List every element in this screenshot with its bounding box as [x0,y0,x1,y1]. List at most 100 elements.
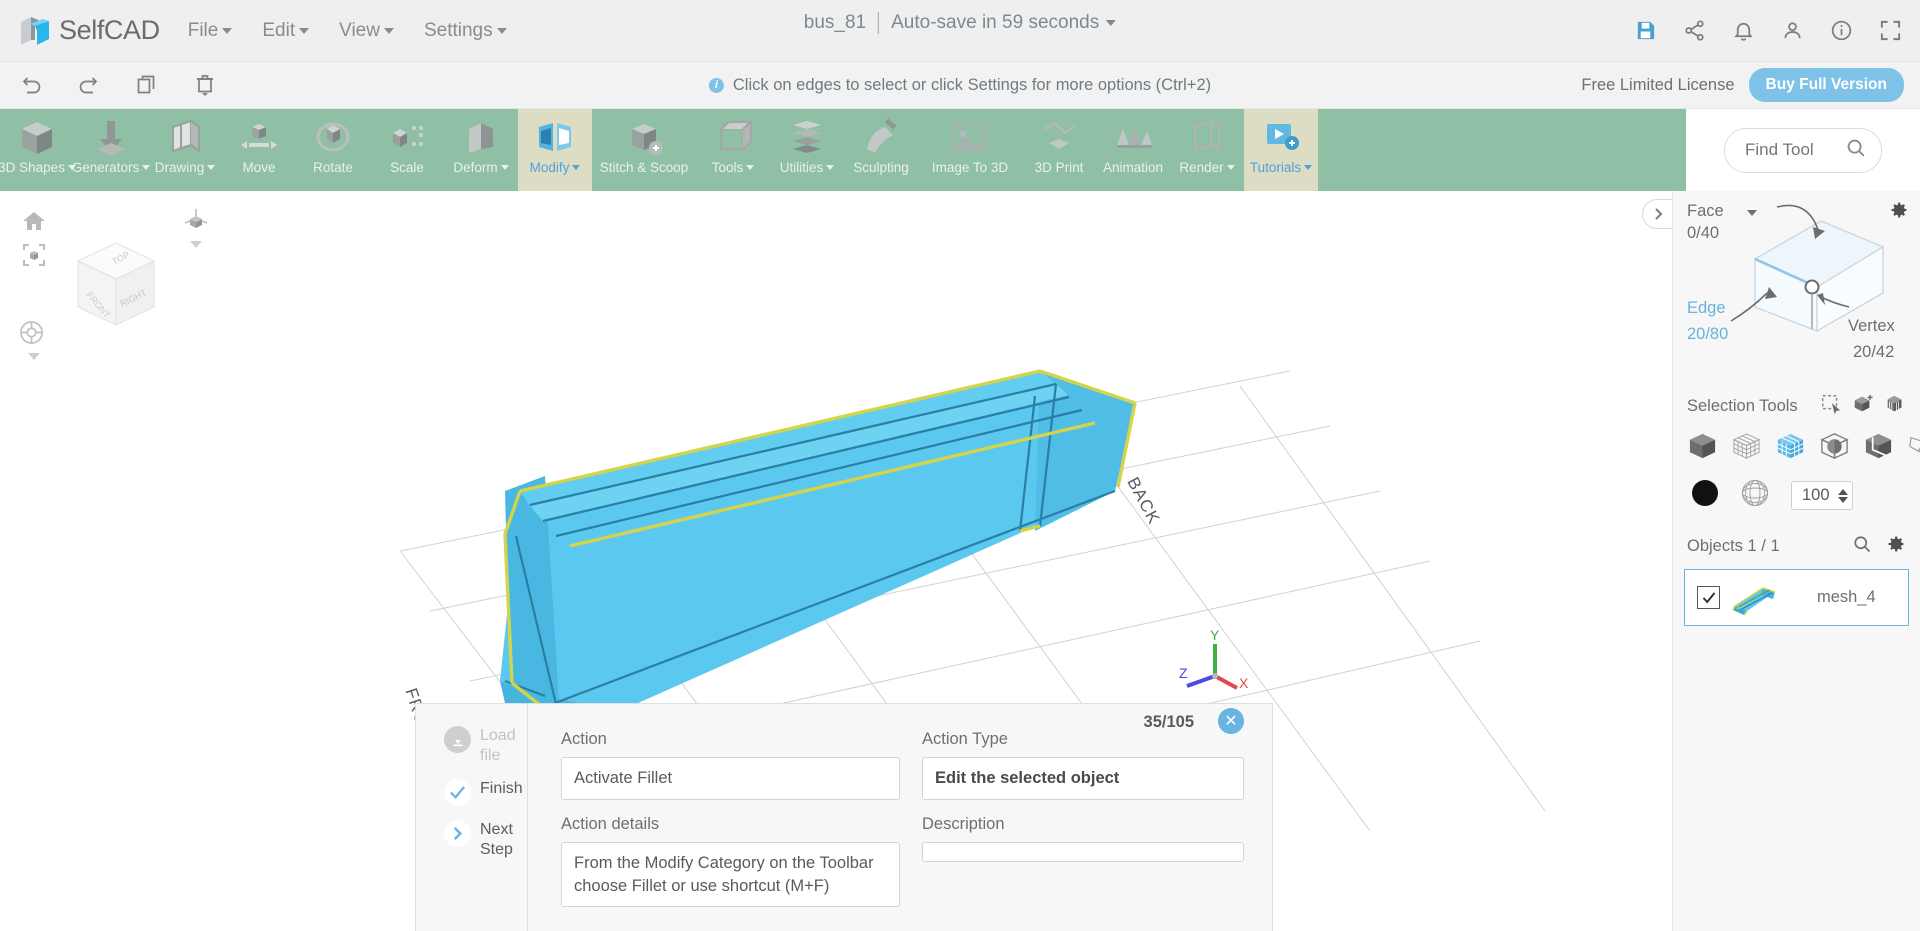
orientation-cube[interactable]: TOP FRONT RIGHT [56,227,176,347]
split-cube-icon[interactable] [1863,430,1894,466]
perspective-view-icon[interactable] [182,207,210,240]
chevron-down-icon[interactable] [28,353,40,360]
share-icon[interactable] [1683,19,1706,42]
info-icon[interactable] [1830,19,1853,42]
copy-icon[interactable] [132,70,162,100]
save-icon[interactable] [1634,19,1657,42]
tutorial-step-finish[interactable]: Finish [444,779,527,807]
selection-tools-header: Selection Tools [1673,389,1920,420]
tutorial-step-next[interactable]: Next Step [444,820,527,859]
tutorial-step-load-file[interactable]: Load file [444,726,527,765]
ribbon-text: 3D Print [1034,160,1084,175]
ribbon-toolbar: 3D Shapes Generators Drawing Move Rotate… [0,109,1920,191]
action-type-field[interactable]: Edit the selected object [922,757,1244,800]
ribbon-item-tutorials[interactable]: Tutorials [1244,109,1318,191]
deform-icon [455,115,507,161]
ribbon-item-deform[interactable]: Deform [444,109,518,191]
description-field[interactable] [922,841,1244,862]
object-visibility-checkbox[interactable] [1697,586,1720,609]
menu-edit[interactable]: Edit [262,20,310,42]
object-thumbnail [1729,578,1783,618]
search-icon[interactable] [1845,137,1867,164]
license-label: Free Limited License [1581,75,1735,94]
ribbon-item-sculpting[interactable]: Sculpting [844,109,918,191]
opacity-stepper[interactable] [1791,481,1853,510]
chevron-down-icon [496,27,507,34]
surface-icon[interactable] [1907,430,1920,466]
find-tool-box[interactable] [1724,127,1882,173]
gear-icon[interactable] [1889,200,1909,225]
app-logo[interactable]: SelfCAD [18,14,160,48]
ribbon-item-rotate[interactable]: Rotate [296,109,370,191]
through-select-icon[interactable] [1884,393,1906,420]
action-field[interactable]: Activate Fillet [561,757,900,800]
orbit-icon[interactable] [18,319,45,351]
chevron-up-icon[interactable] [1838,488,1848,495]
ribbon-item-animation[interactable]: Animation [1096,109,1170,191]
appearance-row [1673,466,1920,512]
bell-icon[interactable] [1732,19,1755,42]
ribbon-item-generators[interactable]: Generators [72,109,151,191]
ribbon-item-stitch-scoop[interactable]: Stitch & Scoop [592,109,696,191]
ribbon-item-3d-shapes[interactable]: 3D Shapes [0,109,76,191]
edge-label[interactable]: Edge [1687,299,1726,318]
stepper-arrows[interactable] [1838,488,1848,503]
fullscreen-icon[interactable] [1879,19,1902,42]
search-icon[interactable] [1852,534,1872,559]
delete-icon[interactable] [190,70,220,100]
opacity-input[interactable] [1802,486,1838,505]
tutorial-col-left: Action Activate Fillet Action details Fr… [528,730,900,931]
home-view-icon[interactable] [22,209,46,238]
panel-collapse-toggle[interactable] [1642,199,1672,229]
color-swatch[interactable] [1691,479,1719,512]
divider [878,12,880,34]
ribbon-item-3d-print[interactable]: 3D Print [1022,109,1096,191]
add-select-icon[interactable] [1852,393,1874,420]
fit-to-view-icon[interactable] [22,243,46,272]
ribbon-text: Deform [453,160,498,175]
ribbon-item-render[interactable]: Render [1170,109,1244,191]
account-icon[interactable] [1781,19,1804,42]
chevron-down-icon [383,27,394,34]
rect-select-icon[interactable] [1820,393,1842,420]
action-details-field[interactable]: From the Modify Category on the Toolbar … [561,841,900,908]
ribbon-item-modify[interactable]: Modify [518,109,592,191]
wireframe-cube-icon[interactable] [1731,430,1762,466]
animation-icon [1107,115,1159,161]
tutorials-icon [1255,115,1307,161]
search-input[interactable] [1745,140,1837,160]
ribbon-item-scale[interactable]: Scale [370,109,444,191]
redo-icon[interactable] [74,70,104,100]
menu-view[interactable]: View [339,20,394,42]
sphere-in-cube-icon[interactable] [1819,430,1850,466]
chevron-down-icon[interactable] [190,241,202,248]
license-area: Free Limited License Buy Full Version [1581,68,1904,102]
ribbon-item-utilities[interactable]: Utilities [770,109,844,191]
ribbon-label: Stitch & Scoop [600,161,689,175]
buy-full-version-button[interactable]: Buy Full Version [1748,68,1904,102]
menu-settings[interactable]: Settings [424,20,507,42]
menu-file[interactable]: File [188,20,233,42]
autosave-status[interactable]: Auto-save in 59 seconds [891,12,1117,34]
autosave-label: Auto-save in 59 seconds [891,12,1100,33]
ribbon-item-tools[interactable]: Tools [696,109,770,191]
vertex-label[interactable]: Vertex [1848,317,1895,336]
view-navigation-cube[interactable]: TOP FRONT RIGHT [10,201,220,361]
solid-cube-icon[interactable] [1687,430,1718,466]
object-list-item[interactable]: mesh_4 [1684,569,1909,626]
gear-icon[interactable] [1886,534,1906,559]
image-to-3d-icon [944,115,996,161]
ribbon-item-drawing[interactable]: Drawing [148,109,222,191]
chevron-down-icon[interactable] [1838,496,1848,503]
ribbon-item-image-to-3d[interactable]: Image To 3D [918,109,1022,191]
undo-icon[interactable] [16,70,46,100]
ribbon-label: Modify [530,161,581,175]
ribbon-item-move[interactable]: Move [222,109,296,191]
close-icon[interactable]: ✕ [1218,708,1244,734]
tutorial-step-counter: 35/105 [1143,713,1194,731]
grid-cube-icon[interactable] [1775,430,1806,466]
ribbon-label: Utilities [780,161,835,175]
sphere-texture-icon[interactable] [1741,479,1769,512]
app-brand: SelfCAD [59,15,160,45]
main-menu: File Edit View Settings [188,20,507,42]
